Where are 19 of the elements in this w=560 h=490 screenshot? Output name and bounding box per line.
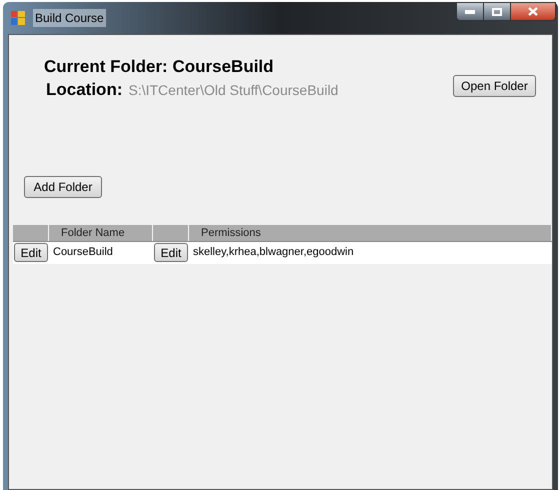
close-button[interactable] <box>510 2 556 21</box>
add-folder-button[interactable]: Add Folder <box>24 176 102 198</box>
edit-button[interactable]: Edit <box>154 242 188 262</box>
edit-button[interactable]: Edit <box>14 242 48 262</box>
maximize-icon <box>492 8 502 16</box>
app-icon <box>11 11 25 25</box>
location-label: Location: <box>46 79 122 101</box>
minimize-icon <box>465 10 475 14</box>
column-header[interactable]: Folder Name <box>61 226 125 238</box>
close-icon <box>528 7 538 16</box>
location-path: S:\ITCenter\Old Stuff\CourseBuild <box>128 81 338 100</box>
minimize-button[interactable] <box>456 2 484 21</box>
permissions-cell: skelley,krhea,blwagner,egoodwin <box>193 246 354 258</box>
open-folder-button[interactable]: Open Folder <box>453 75 536 97</box>
column-header[interactable]: Permissions <box>201 226 261 238</box>
maximize-button[interactable] <box>484 2 510 21</box>
folder-name-cell: CourseBuild <box>53 246 113 258</box>
window-title: Build Course <box>33 9 106 27</box>
current-folder-heading: Current Folder: CourseBuild <box>44 57 275 77</box>
